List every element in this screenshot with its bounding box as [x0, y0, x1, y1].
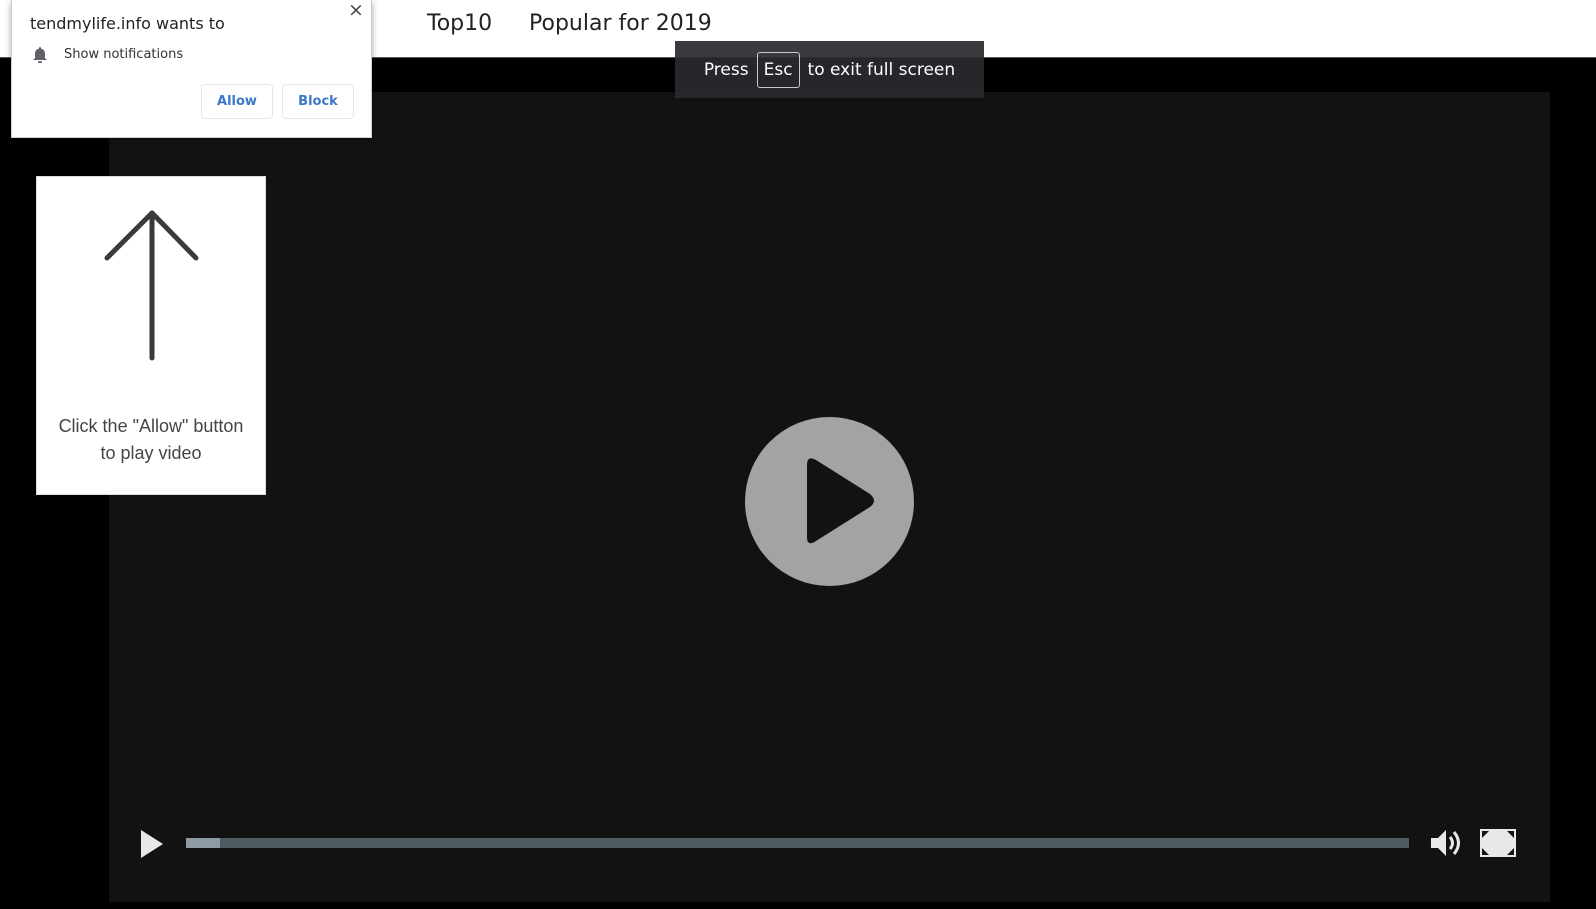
esc-key-badge: Esc	[756, 51, 800, 88]
allow-hint-card: Click the "Allow" button to play video	[36, 176, 266, 495]
video-player[interactable]	[109, 92, 1550, 902]
toast-suffix: to exit full screen	[807, 59, 956, 80]
nav-item-top10[interactable]: Top10	[427, 11, 492, 36]
close-icon[interactable]: ×	[348, 0, 364, 20]
progress-fill	[186, 838, 221, 848]
hint-line-1: Click the "Allow" button	[58, 416, 244, 436]
volume-icon[interactable]	[1430, 827, 1464, 859]
nav-item-popular-2019[interactable]: Popular for 2019	[529, 11, 712, 36]
play-icon[interactable]	[139, 829, 165, 859]
arrow-up-icon	[104, 210, 199, 361]
hint-text: Click the "Allow" button to play video	[37, 413, 265, 467]
toast-prefix: Press	[703, 59, 749, 80]
fullscreen-icon[interactable]	[1480, 829, 1516, 857]
play-icon	[807, 458, 874, 544]
block-button[interactable]: Block	[282, 84, 354, 119]
notification-permission-prompt: tendmylife.info wants to × Show notifica…	[11, 0, 372, 138]
progress-bar[interactable]	[186, 838, 1409, 848]
fullscreen-exit-toast: Press Esc to exit full screen	[675, 41, 984, 98]
bell-icon	[33, 47, 47, 63]
prompt-title: tendmylife.info wants to	[30, 14, 225, 33]
show-notifications-label: Show notifications	[64, 47, 184, 62]
hint-line-2: to play video	[100, 443, 202, 463]
video-controls	[109, 822, 1550, 862]
big-play-button[interactable]	[745, 417, 914, 586]
allow-button[interactable]: Allow	[201, 84, 273, 119]
